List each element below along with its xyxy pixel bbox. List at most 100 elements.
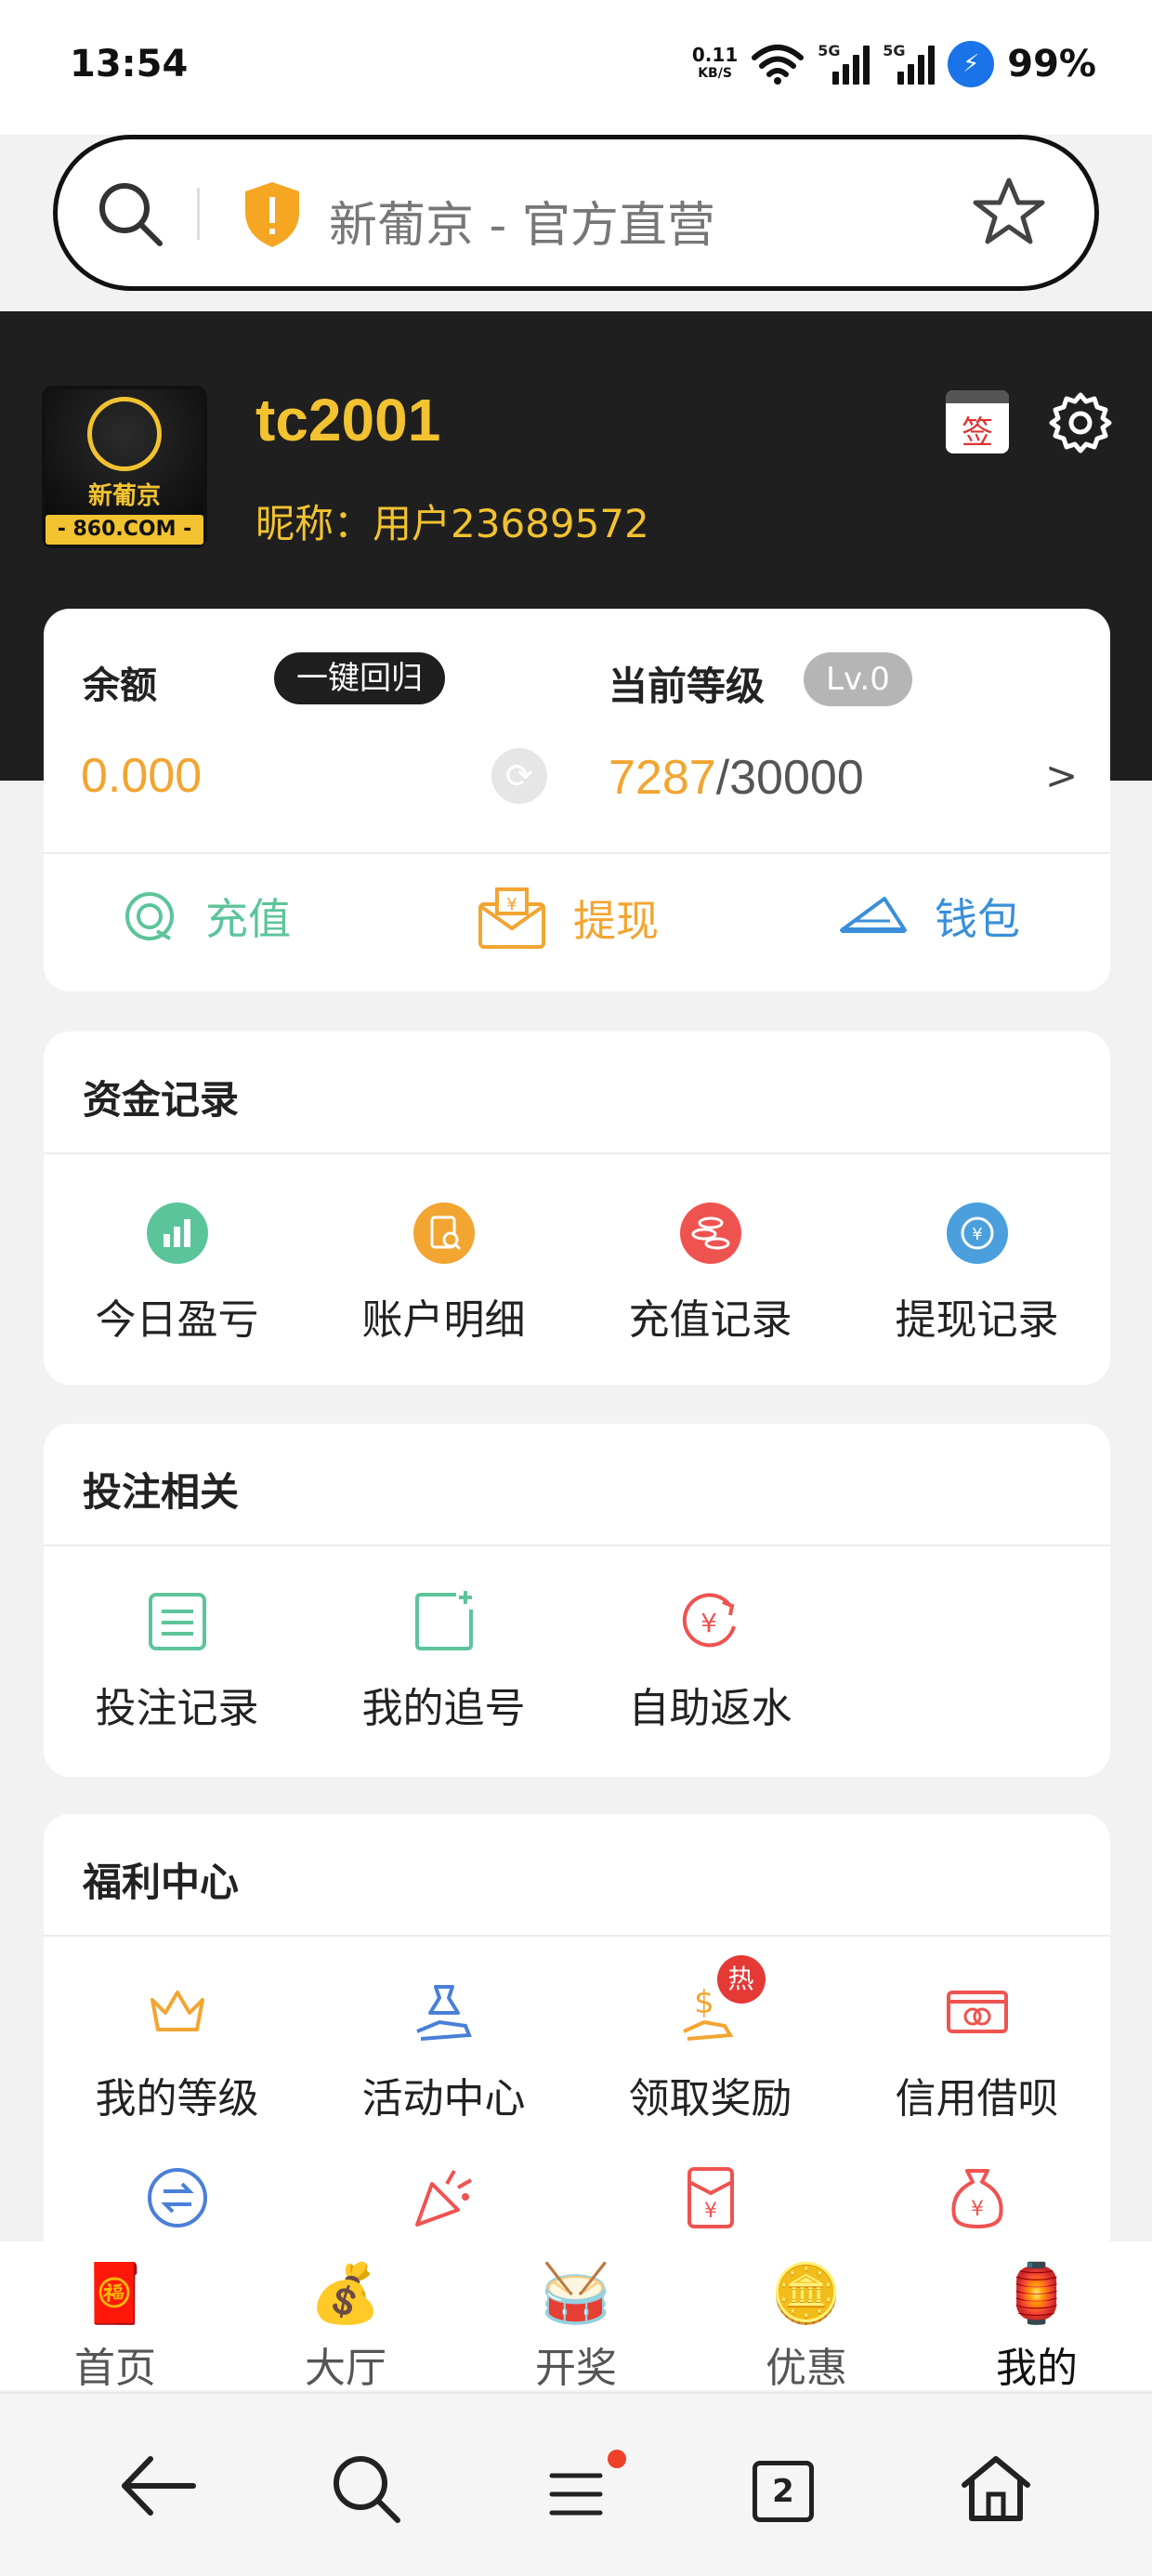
section-divider xyxy=(44,1935,1110,1937)
section-divider xyxy=(44,1152,1110,1154)
battery-percent: 99% xyxy=(1007,43,1096,85)
wifi-icon xyxy=(752,45,805,85)
transfer-icon xyxy=(145,2165,210,2230)
promo-tab-icon: 🪙 xyxy=(770,2259,843,2327)
recharge-record-button[interactable]: 充值记录 xyxy=(577,1201,844,1346)
transfer-button[interactable] xyxy=(44,2165,310,2230)
status-bar: 13:54 0.11 KB/S 5G 5G ⚡ 99% xyxy=(0,0,1152,135)
withdraw-icon: ¥ xyxy=(478,887,545,949)
money-bag-icon: ¥ xyxy=(945,2165,1010,2230)
red-envelope-icon: ¥ xyxy=(678,2165,743,2230)
svg-text:¥: ¥ xyxy=(971,2198,984,2221)
net-speed: 0.11 KB/S xyxy=(692,46,738,83)
back-arrow-icon[interactable] xyxy=(119,2453,197,2518)
tab-hall[interactable]: 💰 大厅 xyxy=(230,2260,461,2394)
withdraw-button[interactable]: ¥ 提现 xyxy=(477,886,659,951)
svg-text:$: $ xyxy=(694,1984,714,2021)
logo-url: - 860.COM - xyxy=(46,515,203,545)
search-icon[interactable] xyxy=(97,180,165,249)
credit-loan-label: 信用借呗 xyxy=(895,2075,1059,2123)
bottom-tab-bar: 🧧 首页 💰 大厅 🥁 开奖 🪙 优惠 🏮 我的 xyxy=(0,2241,1152,2392)
menu-icon[interactable] xyxy=(548,2470,604,2518)
balance-value: 0.000 xyxy=(81,749,203,803)
address-bar[interactable]: 新葡京 - 官方直营 xyxy=(53,135,1099,291)
wallet-button[interactable]: 钱包 xyxy=(838,886,1020,947)
today-profit-label: 今日盈亏 xyxy=(95,1296,259,1344)
status-time: 13:54 xyxy=(70,43,189,85)
recharge-button[interactable]: 充值 xyxy=(120,886,291,947)
checkin-label: 签 xyxy=(962,414,993,452)
tab-lottery[interactable]: 🥁 开奖 xyxy=(461,2260,691,2394)
bet-record-label: 投注记录 xyxy=(95,1685,259,1732)
balance-label: 余额 xyxy=(83,664,157,707)
recharge-label: 充值 xyxy=(205,894,291,944)
level-progress[interactable]: 7287/30000 xyxy=(609,750,864,806)
logo-emblem-icon xyxy=(87,397,162,471)
activity-center-button[interactable]: 活动中心 xyxy=(310,1979,577,2124)
level-target: /30000 xyxy=(715,751,864,805)
site-logo: 新葡京 - 860.COM - xyxy=(42,386,207,548)
self-rebate-label: 自助返水 xyxy=(628,1685,792,1732)
recall-button[interactable]: 一键回归 xyxy=(274,652,445,704)
logo-text: 新葡京 xyxy=(87,482,161,510)
reward-icon: $ 热 xyxy=(678,1955,766,2044)
crown-icon xyxy=(145,1979,210,2044)
betting-section-title: 投注相关 xyxy=(83,1469,240,1515)
funds-section-title: 资金记录 xyxy=(83,1077,240,1123)
withdraw-record-label: 提现记录 xyxy=(895,1296,1059,1344)
withdraw-record-button[interactable]: ¥ 提现记录 xyxy=(844,1201,1110,1346)
claim-reward-button[interactable]: $ 热 领取奖励 xyxy=(577,1955,844,2124)
tab-mine[interactable]: 🏮 我的 xyxy=(922,2260,1152,2394)
gift-hand-icon xyxy=(412,1979,477,2044)
tab-home[interactable]: 🧧 首页 xyxy=(0,2260,230,2394)
svg-text:¥: ¥ xyxy=(700,1608,717,1638)
checkin-icon[interactable]: 签 xyxy=(946,390,1009,453)
party-button[interactable] xyxy=(310,2165,577,2230)
wallet-label: 钱包 xyxy=(935,894,1020,944)
account-detail-label: 账户明细 xyxy=(361,1296,526,1344)
nickname: 昵称：用户23689572 xyxy=(255,501,649,546)
star-icon[interactable] xyxy=(972,175,1046,249)
network-type-1: 5G xyxy=(818,42,841,59)
betting-section: 投注相关 投注记录 我的追号 ¥ 自助返水 xyxy=(44,1424,1110,1777)
status-icons: 0.11 KB/S 5G 5G ⚡ 99% xyxy=(692,41,1096,87)
my-level-label: 我的等级 xyxy=(95,2075,259,2123)
money-bag-button[interactable]: ¥ xyxy=(844,2165,1110,2230)
tab-mine-label: 我的 xyxy=(996,2345,1078,2392)
card-divider xyxy=(44,852,1110,854)
yuan-cycle-icon: ¥ xyxy=(945,1201,1010,1266)
credit-loan-button[interactable]: 信用借呗 xyxy=(844,1979,1110,2124)
document-search-icon xyxy=(412,1201,477,1266)
search-icon[interactable] xyxy=(331,2453,401,2524)
red-envelope-button[interactable]: ¥ xyxy=(577,2165,844,2230)
level-current: 7287 xyxy=(609,751,716,805)
site-title[interactable]: 新葡京 - 官方直营 xyxy=(329,186,715,256)
net-speed-value: 0.11 xyxy=(691,44,739,66)
self-rebate-button[interactable]: ¥ 自助返水 xyxy=(577,1589,844,1734)
my-level-button[interactable]: 我的等级 xyxy=(44,1979,310,2124)
yuan-refund-icon: ¥ xyxy=(678,1589,743,1654)
funds-section: 资金记录 今日盈亏 账户明细 充值记录 ¥ 提现记录 xyxy=(44,1032,1110,1385)
level-label: 当前等级 xyxy=(609,664,766,709)
network-type-2: 5G xyxy=(883,42,906,59)
lottery-tab-icon: 🥁 xyxy=(540,2259,612,2327)
wallet-icon xyxy=(840,897,907,933)
refresh-icon[interactable]: ⟳ xyxy=(491,748,547,804)
home-tab-icon: 🧧 xyxy=(79,2259,151,2327)
signal-icon-1: 5G xyxy=(818,42,871,85)
level-arrow-icon[interactable]: > xyxy=(1045,753,1078,798)
tab-promo[interactable]: 🪙 优惠 xyxy=(691,2260,922,2394)
bet-record-button[interactable]: 投注记录 xyxy=(44,1589,310,1734)
welfare-section-title: 福利中心 xyxy=(83,1860,240,1905)
credit-card-icon xyxy=(945,1979,1010,2044)
my-tracking-button[interactable]: 我的追号 xyxy=(310,1589,577,1734)
today-profit-button[interactable]: 今日盈亏 xyxy=(44,1201,310,1346)
party-popper-icon xyxy=(412,2165,477,2230)
gear-icon[interactable] xyxy=(1048,390,1113,455)
menu-notification-dot xyxy=(608,2450,626,2468)
tab-home-label: 首页 xyxy=(74,2345,156,2392)
home-icon[interactable] xyxy=(959,2453,1033,2524)
account-detail-button[interactable]: 账户明细 xyxy=(310,1201,577,1346)
tab-count-button[interactable]: 2 xyxy=(753,2461,814,2522)
recharge-icon xyxy=(125,892,174,940)
